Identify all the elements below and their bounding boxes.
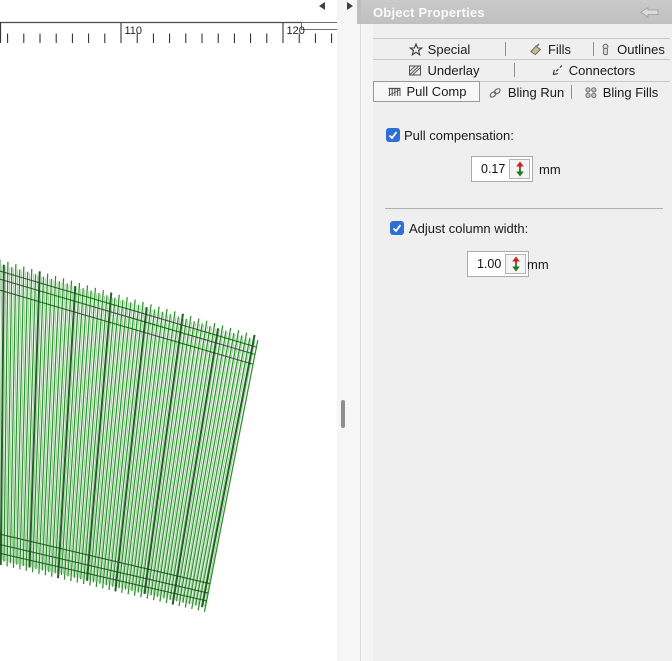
tab-pull-comp[interactable]: Pull Comp bbox=[373, 81, 480, 102]
pull-compensation-spinner[interactable] bbox=[509, 159, 530, 179]
tab-connectors[interactable]: Connectors bbox=[515, 59, 670, 80]
tab-row-1: Special Fills Outlines bbox=[373, 38, 670, 59]
tab-row-3: Pull Comp Bling Run Bling Fi bbox=[373, 81, 670, 102]
dock-arrow-left-icon[interactable] bbox=[640, 7, 659, 18]
triangle-right-icon[interactable] bbox=[347, 2, 353, 10]
spin-updown-icon bbox=[511, 256, 521, 272]
tab-label: Fills bbox=[548, 42, 571, 57]
panel-title-bar[interactable]: Object Properties bbox=[361, 0, 672, 24]
vertical-scrollbar[interactable] bbox=[337, 0, 360, 661]
spin-updown-icon bbox=[515, 161, 525, 177]
tab-label: Bling Run bbox=[508, 85, 564, 100]
adjust-column-width-spinner[interactable] bbox=[505, 254, 526, 274]
gem-grid-icon bbox=[584, 86, 598, 99]
design-canvas[interactable]: 110120 bbox=[0, 0, 337, 661]
tab-label: Pull Comp bbox=[407, 84, 467, 99]
paint-fill-icon bbox=[529, 43, 543, 56]
tab-bling-run[interactable]: Bling Run bbox=[480, 81, 572, 102]
star-icon bbox=[409, 43, 423, 56]
stitch-design-object[interactable] bbox=[0, 0, 337, 661]
section-separator bbox=[385, 208, 663, 209]
adjust-column-width-field[interactable] bbox=[467, 251, 529, 277]
outline-icon bbox=[599, 43, 612, 56]
pull-compensation-field[interactable] bbox=[471, 156, 533, 182]
panel-title: Object Properties bbox=[373, 5, 485, 20]
tab-label: Outlines bbox=[617, 42, 665, 57]
tab-fills[interactable]: Fills bbox=[506, 38, 594, 59]
panel-edge bbox=[357, 0, 361, 24]
vertical-scrollbar-thumb[interactable] bbox=[341, 400, 345, 428]
triangle-left-icon[interactable] bbox=[319, 2, 325, 10]
tab-underlay[interactable]: Underlay bbox=[373, 59, 515, 80]
checkmark-icon bbox=[391, 222, 403, 234]
application-window: 110120 Object Properties Special bbox=[0, 0, 672, 661]
connector-arrow-icon bbox=[550, 64, 564, 77]
tab-row-2: Underlay Connectors bbox=[373, 59, 670, 80]
adjust-column-width-label: Adjust column width: bbox=[409, 221, 528, 236]
pull-compensation-checkbox[interactable] bbox=[386, 128, 400, 142]
tab-outlines[interactable]: Outlines bbox=[594, 38, 670, 59]
object-properties-panel: Object Properties Special Fills bbox=[360, 0, 672, 661]
pull-comp-comb-icon bbox=[387, 86, 402, 98]
tab-label: Bling Fills bbox=[603, 85, 659, 100]
tab-label: Underlay bbox=[427, 63, 479, 78]
checkmark-icon bbox=[387, 129, 399, 141]
adjust-column-width-checkbox[interactable] bbox=[390, 221, 404, 235]
tab-special[interactable]: Special bbox=[373, 38, 506, 59]
tab-label: Connectors bbox=[569, 63, 635, 78]
chain-link-icon bbox=[488, 86, 503, 99]
pull-compensation-unit: mm bbox=[539, 162, 561, 177]
underlay-hatch-icon bbox=[408, 64, 422, 77]
adjust-column-width-unit: mm bbox=[527, 257, 549, 272]
pull-compensation-label: Pull compensation: bbox=[404, 128, 514, 143]
panel-gutter bbox=[361, 24, 373, 661]
tab-label: Special bbox=[428, 42, 471, 57]
tab-bling-fills[interactable]: Bling Fills bbox=[572, 81, 670, 102]
